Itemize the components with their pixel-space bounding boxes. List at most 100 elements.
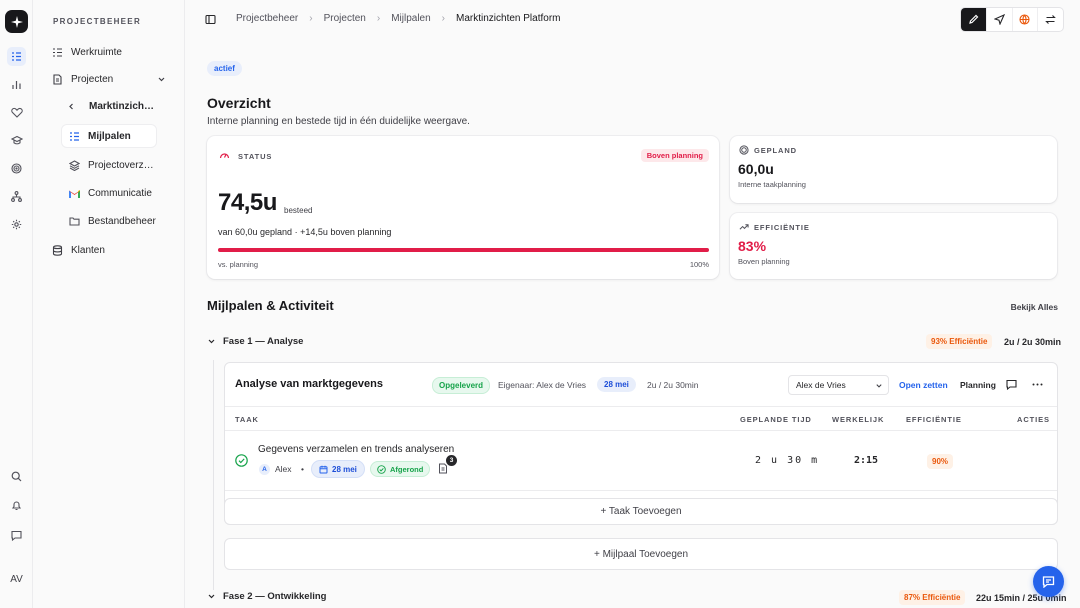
phase-1-header[interactable]: Fase 1 — Analyse xyxy=(207,336,303,347)
sidebar-item-label: Communicatie xyxy=(88,187,152,199)
sidebar-item-current-project[interactable]: Marktinzich… xyxy=(67,95,154,117)
network-icon[interactable] xyxy=(7,187,26,206)
status-label: STATUS xyxy=(238,152,273,161)
task-efficiency: 90% xyxy=(927,454,954,469)
efficiency-value: 83% xyxy=(738,238,767,254)
task-planned-time: 2 u 30 m xyxy=(755,455,820,466)
sidebar-item-milestones[interactable]: Mijlpalen xyxy=(62,125,156,147)
status-card: STATUS Boven planning 74,5u besteed van … xyxy=(207,136,719,279)
task-assignee: Alex xyxy=(275,464,292,474)
planned-card: GEPLAND 60,0u Interne taakplanning xyxy=(730,136,1057,203)
app-logo-icon[interactable] xyxy=(5,10,28,33)
section-title: Mijlpalen & Activiteit xyxy=(207,298,334,313)
globe-icon xyxy=(1019,14,1030,25)
progress-label: vs. planning xyxy=(218,260,259,269)
add-task-button[interactable]: + Taak Toevoegen xyxy=(224,498,1058,525)
reopen-button[interactable]: Open zetten xyxy=(899,380,948,390)
progress-percent: 100% xyxy=(689,260,709,269)
search-icon[interactable] xyxy=(7,467,26,486)
sidebar-item-workspace[interactable]: Werkruimte xyxy=(52,41,122,63)
milestone-title: Analyse van marktgegevens xyxy=(235,378,383,390)
sidebar-item-label: Projectoverz… xyxy=(88,159,154,171)
list-icon xyxy=(53,47,62,57)
sidebar-item-label: Marktinzich… xyxy=(89,100,155,112)
phase-1-time: 2u / 2u 30min xyxy=(1004,337,1062,347)
sidebar-item-projects[interactable]: Projecten xyxy=(52,68,166,90)
sidebar-section-title: PROJECTBEHEER xyxy=(53,17,142,26)
list-icon[interactable] xyxy=(7,47,26,66)
assignee-avatar: A xyxy=(259,464,270,475)
chevron-down-icon xyxy=(876,384,882,388)
phase-2-efficiency: 87% Efficiëntie xyxy=(899,590,966,605)
column-efficiency: EFFICIËNTIE xyxy=(906,415,962,424)
breadcrumb: Projectbeheer › Projecten › Mijlpalen › … xyxy=(236,13,561,24)
page-title: Overzicht xyxy=(207,95,271,111)
avatar[interactable]: AV xyxy=(5,571,28,589)
chat-fab-button[interactable] xyxy=(1033,566,1064,597)
gauge-icon xyxy=(219,153,230,159)
more-icon[interactable] xyxy=(1032,383,1043,386)
settings-icon[interactable] xyxy=(7,215,26,234)
add-milestone-button[interactable]: + Mijlpaal Toevoegen xyxy=(224,538,1058,570)
status-badge: Boven planning xyxy=(640,149,709,162)
swap-icon xyxy=(1045,15,1056,24)
sync-button[interactable] xyxy=(1038,8,1063,31)
divider xyxy=(225,490,1057,491)
column-planned: GEPLANDE TIJD xyxy=(740,415,812,424)
task-date-badge[interactable]: 28 mei xyxy=(311,460,365,478)
view-all-link[interactable]: Bekijk Alles xyxy=(1011,302,1058,312)
breadcrumb-item[interactable]: Mijlpalen xyxy=(391,13,430,24)
sidebar-item-label: Mijlpalen xyxy=(88,130,131,142)
message-icon[interactable] xyxy=(7,526,26,545)
send-icon xyxy=(993,14,1005,25)
chevron-left-icon[interactable] xyxy=(67,102,76,111)
target-icon[interactable] xyxy=(7,159,26,178)
icon-rail: AV xyxy=(0,0,33,608)
column-task: TAAK xyxy=(235,415,259,424)
chart-icon[interactable] xyxy=(7,75,26,94)
efficiency-sub: Boven planning xyxy=(738,257,790,266)
bell-icon[interactable] xyxy=(7,496,26,515)
edit-button[interactable] xyxy=(961,8,987,31)
task-name[interactable]: Gegevens verzamelen en trends analyseren xyxy=(258,444,454,455)
phase-connector xyxy=(213,360,214,590)
folder-icon xyxy=(69,217,80,226)
column-actual: WERKELIJK xyxy=(832,415,885,424)
sidebar-item-overview[interactable]: Projectoverz… xyxy=(69,154,154,176)
progress-bar-fill xyxy=(218,248,709,252)
assignee-select-value: Alex de Vries xyxy=(796,380,846,390)
document-icon[interactable] xyxy=(438,463,448,474)
planned-value: 60,0u xyxy=(738,161,774,177)
globe-button[interactable] xyxy=(1013,8,1039,31)
chevron-right-icon: › xyxy=(376,13,381,24)
chevron-right-icon: › xyxy=(309,13,313,24)
chevron-down-icon[interactable] xyxy=(157,75,166,84)
check-circle-icon[interactable] xyxy=(235,454,248,467)
chevron-down-icon[interactable] xyxy=(207,337,216,346)
breadcrumb-item[interactable]: Projectbeheer xyxy=(236,13,298,24)
sidebar-item-label: Projecten xyxy=(71,73,114,85)
breadcrumb-item[interactable]: Projecten xyxy=(324,13,366,24)
sidebar-item-files[interactable]: Bestandbeheer xyxy=(69,210,156,232)
sidebar: PROJECTBEHEER Werkruimte Projecten Markt… xyxy=(33,0,185,608)
phase-2-header[interactable]: Fase 2 — Ontwikkeling xyxy=(207,591,326,602)
chat-icon xyxy=(1042,576,1055,588)
document-icon xyxy=(53,73,62,85)
assignee-select[interactable]: Alex de Vries xyxy=(788,375,889,395)
hours-spent-suffix: besteed xyxy=(284,206,313,215)
handshake-icon[interactable] xyxy=(7,103,26,122)
main-content: Projectbeheer › Projecten › Mijlpalen › … xyxy=(185,0,1080,608)
comment-icon[interactable] xyxy=(1006,379,1017,390)
send-button[interactable] xyxy=(987,8,1013,31)
progress-track xyxy=(218,248,709,252)
sidebar-item-clients[interactable]: Klanten xyxy=(52,239,105,261)
task-actual-time: 2:15 xyxy=(854,455,879,466)
chevron-right-icon: › xyxy=(441,13,446,24)
sidebar-toggle-icon[interactable] xyxy=(205,14,216,25)
chevron-down-icon[interactable] xyxy=(207,592,216,601)
sidebar-item-communication[interactable]: Communicatie xyxy=(69,182,152,204)
graduation-cap-icon[interactable] xyxy=(7,131,26,150)
list-icon xyxy=(70,131,79,141)
pencil-icon xyxy=(969,14,979,24)
planning-button[interactable]: Planning xyxy=(960,380,996,390)
